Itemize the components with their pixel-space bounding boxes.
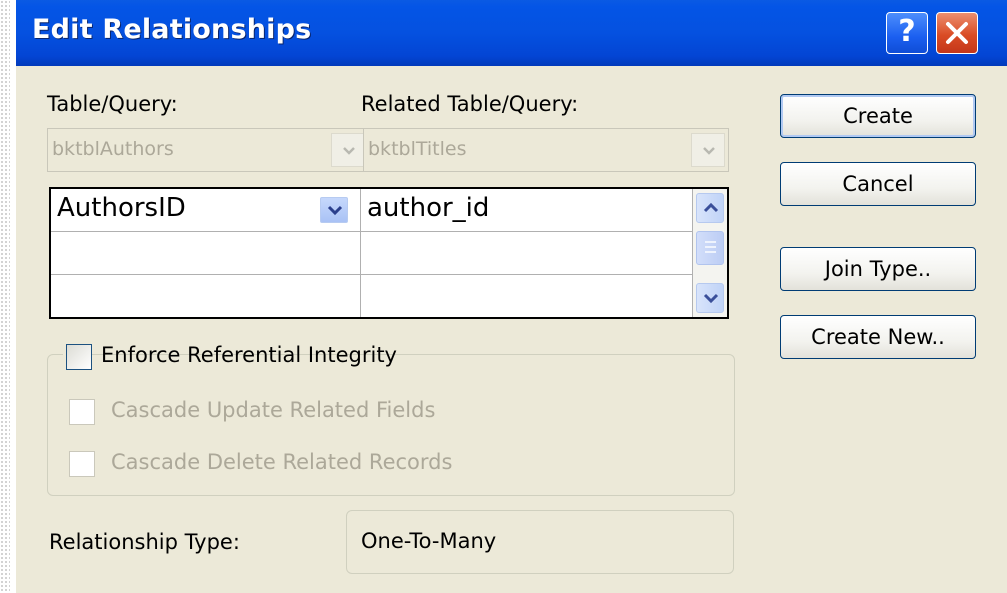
grid-cell-right[interactable]: author_id — [361, 189, 693, 232]
enforce-referential-integrity-checkbox[interactable] — [66, 344, 92, 370]
related-field-value: author_id — [367, 193, 490, 223]
window-title: Edit Relationships — [32, 14, 312, 45]
edit-relationships-dialog: Edit Relationships ? Table/Query: Relate… — [16, 0, 1007, 593]
cascade-update-checkbox[interactable] — [69, 399, 95, 425]
close-x-icon — [946, 22, 968, 44]
grid-cell-left[interactable] — [51, 275, 361, 317]
table-query-combo[interactable]: bktblAuthors — [47, 128, 369, 172]
join-type-button[interactable]: Join Type.. — [780, 247, 976, 291]
related-table-query-value: bktblTitles — [368, 138, 467, 160]
table-query-label: Table/Query: — [47, 92, 178, 116]
create-button[interactable]: Create — [780, 94, 976, 138]
screen-edge-dots — [0, 0, 10, 593]
related-table-query-combo[interactable]: bktblTitles — [363, 128, 729, 172]
close-button[interactable] — [936, 12, 978, 54]
field-dropdown-button[interactable] — [320, 197, 348, 223]
grid-cell-left[interactable]: AuthorsID — [51, 189, 361, 232]
relationship-type-label: Relationship Type: — [49, 530, 240, 554]
table-query-dropdown-button[interactable] — [331, 133, 365, 167]
relationship-type-value: One-To-Many — [361, 529, 497, 553]
cancel-button[interactable]: Cancel — [780, 162, 976, 206]
related-table-query-dropdown-button[interactable] — [691, 133, 725, 167]
cascade-delete-checkbox[interactable] — [69, 451, 95, 477]
chevron-down-icon — [703, 293, 719, 304]
related-table-query-label: Related Table/Query: — [361, 92, 579, 116]
referential-integrity-group — [47, 354, 735, 496]
enforce-referential-integrity-label: Enforce Referential Integrity — [101, 343, 397, 367]
help-button[interactable]: ? — [886, 12, 928, 54]
grid-cell-right[interactable] — [361, 275, 693, 317]
cascade-update-label: Cascade Update Related Fields — [111, 398, 436, 422]
field-mapping-grid: AuthorsID author_id — [49, 187, 729, 319]
table-query-value: bktblAuthors — [52, 138, 174, 160]
chevron-down-icon — [327, 205, 343, 216]
cascade-delete-label: Cascade Delete Related Records — [111, 450, 453, 474]
scroll-down-button[interactable] — [696, 283, 724, 313]
vertical-scrollbar[interactable] — [693, 189, 727, 317]
chevron-down-icon — [703, 147, 715, 155]
create-new-button[interactable]: Create New.. — [780, 315, 976, 359]
scroll-thumb[interactable] — [696, 231, 724, 265]
primary-field-value: AuthorsID — [57, 193, 186, 223]
chevron-down-icon — [343, 147, 355, 155]
help-icon: ? — [898, 14, 916, 49]
relationship-type-box: One-To-Many — [346, 510, 734, 574]
scroll-up-button[interactable] — [696, 193, 724, 223]
grid-cell-right[interactable] — [361, 232, 693, 275]
chevron-up-icon — [703, 202, 719, 213]
enforce-referential-integrity-option[interactable]: Enforce Referential Integrity — [63, 338, 397, 378]
title-bar[interactable]: Edit Relationships ? — [16, 0, 1007, 66]
grid-cell-left[interactable] — [51, 232, 361, 275]
